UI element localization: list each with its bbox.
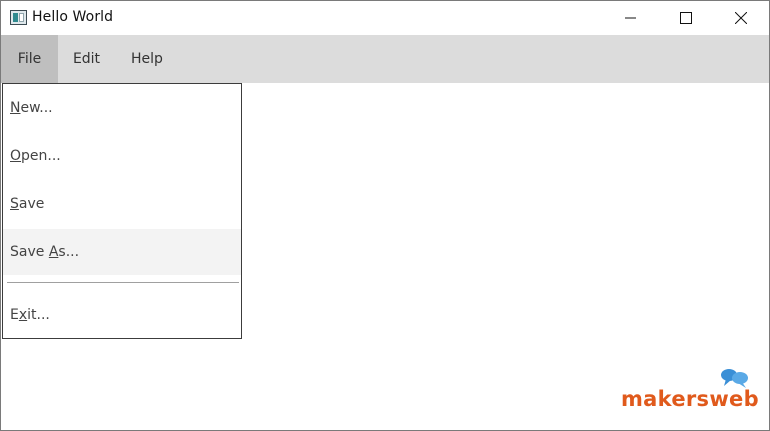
app-icon [10,10,27,25]
menu-item-new[interactable]: New... [3,85,241,131]
menu-item-open[interactable]: Open... [3,133,241,179]
menu-edit[interactable]: Edit [58,35,115,83]
logo-text: makersweb [621,387,759,411]
minimize-icon [625,17,636,19]
makersweb-logo: makersweb [621,367,759,417]
close-icon [735,12,747,24]
close-button[interactable] [713,1,769,35]
file-dropdown-menu: New... Open... Save Save As... Exit... [2,83,242,339]
menu-separator [7,282,239,283]
minimize-button[interactable] [603,1,659,35]
menu-item-save-as[interactable]: Save As... [3,229,241,275]
maximize-button[interactable] [658,1,714,35]
menu-item-exit[interactable]: Exit... [3,292,241,338]
title-bar[interactable]: Hello World [1,1,769,35]
maximize-icon [680,12,692,24]
menu-bar: File Edit Help [1,35,769,83]
chat-bubbles-icon [721,369,748,388]
menu-help[interactable]: Help [115,35,179,83]
menu-file[interactable]: File [1,35,58,83]
window-title: Hello World [32,9,114,25]
app-window: Hello World File Edit Help New... Open..… [0,0,770,431]
menu-item-save[interactable]: Save [3,181,241,227]
